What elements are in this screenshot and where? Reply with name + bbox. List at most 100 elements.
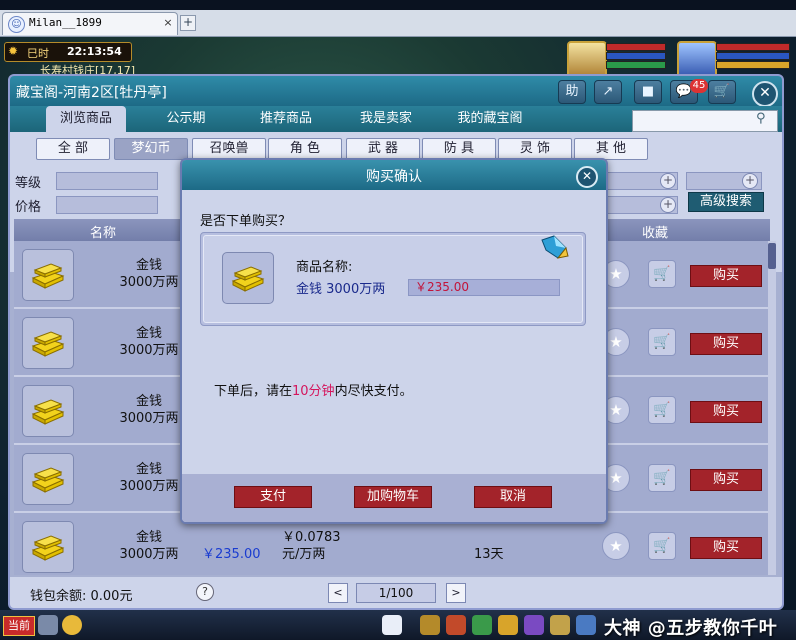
help-icon[interactable]: ?	[196, 583, 214, 601]
level-min-input[interactable]	[56, 172, 158, 190]
item-unit-price: ￥0.0783 元/万两	[282, 529, 341, 563]
clock-time: 22:13:54	[67, 45, 122, 58]
gem-icon	[541, 235, 569, 259]
add-filter-icon[interactable]: +	[660, 197, 676, 213]
sun-icon: ✹	[8, 44, 19, 58]
item-price: ￥235.00	[202, 547, 261, 562]
cart-icon[interactable]: 🛒	[648, 328, 676, 356]
player-hp-bar	[716, 43, 790, 51]
cart-icon[interactable]: 🛒	[648, 532, 676, 560]
item-price: ￥235.00	[415, 280, 469, 294]
shop-header: 藏宝阁-河南2区[牡丹亭] 助 ↗ ■ 💬 45 🛒 ✕	[10, 76, 782, 107]
pet-icon[interactable]	[382, 615, 402, 635]
guild-icon[interactable]	[550, 615, 570, 635]
inventory-icon[interactable]	[420, 615, 440, 635]
gold-ingot-icon	[22, 521, 74, 573]
game-bottom-bar: 当前 大神 @五步教你千叶	[0, 610, 796, 640]
category-pets[interactable]: 召唤兽	[192, 138, 266, 160]
item-remaining-time: 13天	[474, 547, 504, 562]
buy-button[interactable]: 购买	[690, 333, 762, 355]
page-indicator: 1/100	[356, 583, 436, 603]
scroll-thumb[interactable]	[768, 243, 776, 269]
team-icon[interactable]	[498, 615, 518, 635]
quest-icon[interactable]	[472, 615, 492, 635]
cart-icon[interactable]: 🛒	[708, 80, 736, 104]
purchase-confirm-dialog: 购买确认 ✕ 是否下单购买？ 商品名称: 金钱 3000万两 ￥235.00 下…	[180, 158, 608, 524]
advanced-search-button[interactable]: 高级搜索	[688, 192, 764, 212]
share-icon[interactable]: ↗	[594, 80, 622, 104]
item-name-label: 商品名称:	[296, 260, 353, 275]
friends-icon[interactable]	[524, 615, 544, 635]
gold-ingot-icon	[22, 317, 74, 369]
emoji-icon[interactable]	[62, 615, 82, 635]
category-characters[interactable]: 角 色	[268, 138, 342, 160]
category-other[interactable]: 其 他	[574, 138, 648, 160]
cancel-button[interactable]: 取消	[474, 486, 552, 508]
category-accessories[interactable]: 灵 饰	[498, 138, 572, 160]
item-name: 金钱 3000万两	[296, 282, 386, 297]
list-scrollbar[interactable]	[768, 241, 776, 575]
note-time-limit: 10分钟	[292, 384, 335, 399]
price-min-input[interactable]	[56, 196, 158, 214]
dialog-header: 购买确认 ✕	[182, 160, 606, 190]
item-title: 金钱 3000万两	[104, 529, 194, 563]
gold-ingot-icon	[222, 252, 274, 304]
cart-icon[interactable]: 🛒	[648, 260, 676, 288]
pay-button[interactable]: 支付	[234, 486, 312, 508]
browser-tab[interactable]: ☺ Milan__1899 ×	[2, 12, 178, 35]
add-filter-icon[interactable]: +	[742, 173, 758, 189]
prev-page-button[interactable]: <	[328, 583, 348, 603]
column-favorite: 收藏	[642, 226, 669, 241]
tab-public[interactable]: 公示期	[146, 106, 226, 132]
wallet-balance: 钱包余额: 0.00元	[30, 589, 133, 604]
payment-note: 下单后，请在10分钟内尽快支付。	[214, 380, 413, 399]
category-armor[interactable]: 防 具	[422, 138, 496, 160]
dialog-question: 是否下单购买？	[200, 214, 292, 229]
buy-button[interactable]: 购买	[690, 469, 762, 491]
category-game-currency[interactable]: 梦幻币	[114, 138, 188, 160]
dialog-footer: 支付 加购物车 取消	[182, 474, 606, 522]
cart-icon[interactable]: 🛒	[648, 396, 676, 424]
add-filter-icon[interactable]: +	[660, 173, 676, 189]
category-all[interactable]: 全 部	[36, 138, 110, 160]
current-channel-button[interactable]: 当前	[3, 616, 35, 636]
browser-tab-bar: ☺ Milan__1899 × +	[0, 10, 796, 37]
clock-period: 巳时	[27, 47, 49, 60]
item-card: 商品名称: 金钱 3000万两 ￥235.00	[200, 232, 586, 326]
game-clock: ✹ 巳时 22:13:54	[4, 42, 132, 62]
shop-nav: 浏览商品 公示期 推荐商品 我是卖家 我的藏宝阁 ⚲	[10, 106, 782, 132]
cart-count-badge: 45	[690, 79, 708, 93]
dialog-body: 是否下单购买？ 商品名称: 金钱 3000万两 ￥235.00 下单后，请在10…	[182, 190, 606, 522]
star-icon[interactable]: ★	[602, 532, 630, 560]
item-price-box: ￥235.00	[408, 279, 560, 296]
player-sp-bar	[716, 61, 790, 69]
category-weapons[interactable]: 武 器	[346, 138, 420, 160]
tab-recommended[interactable]: 推荐商品	[246, 106, 326, 132]
buy-button[interactable]: 购买	[690, 537, 762, 559]
note-text: 内尽快支付。	[334, 384, 413, 399]
buy-button[interactable]: 购买	[690, 401, 762, 423]
close-shop-button[interactable]: ✕	[752, 81, 778, 107]
add-tab-button[interactable]: +	[180, 15, 196, 31]
help-button[interactable]: 助	[558, 80, 586, 104]
tab-my-shop[interactable]: 我的藏宝阁	[440, 106, 540, 132]
close-dialog-button[interactable]: ✕	[576, 166, 598, 188]
tab-browse[interactable]: 浏览商品	[46, 106, 126, 132]
skill-icon[interactable]	[446, 615, 466, 635]
pet-hp-bar	[606, 43, 666, 51]
level-filter-label: 等级	[15, 176, 42, 191]
tab-close-icon[interactable]: ×	[161, 16, 175, 30]
item-name: 金钱	[135, 530, 162, 545]
player-mp-bar	[716, 52, 790, 60]
tab-seller[interactable]: 我是卖家	[346, 106, 426, 132]
add-to-cart-button[interactable]: 加购物车	[354, 486, 432, 508]
microphone-icon[interactable]	[38, 615, 58, 635]
magnifier-icon[interactable]: ⚲	[756, 111, 766, 126]
top-strip	[0, 0, 796, 10]
next-page-button[interactable]: >	[446, 583, 466, 603]
buy-button[interactable]: 购买	[690, 265, 762, 287]
dialog-title: 购买确认	[366, 169, 422, 185]
stop-icon[interactable]: ■	[634, 80, 662, 104]
cart-icon[interactable]: 🛒	[648, 464, 676, 492]
system-icon[interactable]	[576, 615, 596, 635]
